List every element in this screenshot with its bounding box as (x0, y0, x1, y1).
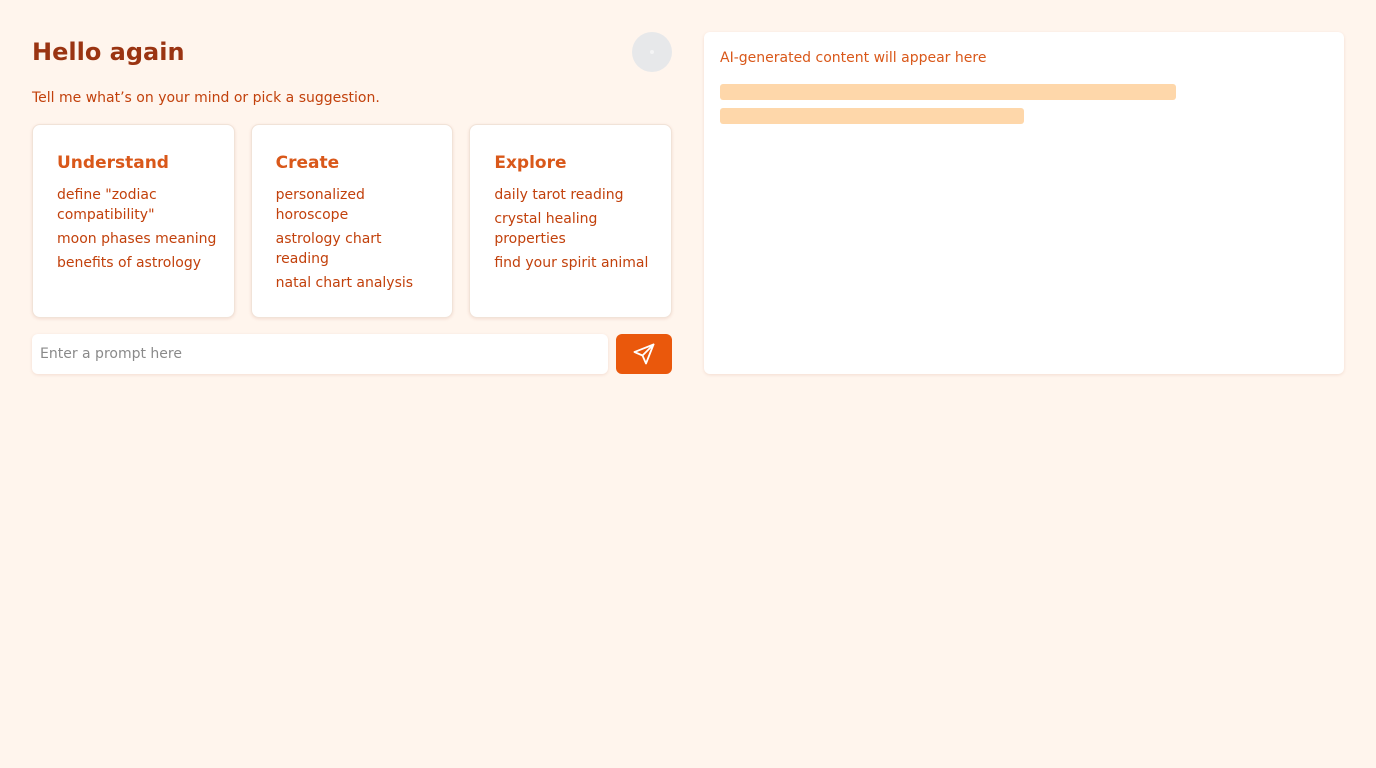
app-page: Hello again Tell me what’s on your mind … (0, 0, 1376, 768)
send-icon (633, 343, 655, 365)
suggestion-item[interactable]: define "zodiac compatibility" (57, 185, 218, 225)
card-title: Explore (494, 153, 567, 173)
avatar-dot (650, 50, 654, 54)
loading-skeleton-line (720, 108, 1024, 124)
loading-skeleton-line (720, 84, 1176, 100)
greeting-title: Hello again (32, 38, 185, 66)
send-button[interactable] (616, 334, 672, 374)
prompt-row (32, 334, 672, 374)
prompt-input[interactable] (32, 334, 608, 374)
suggestion-cards: Understand define "zodiac compatibility"… (32, 124, 673, 318)
output-placeholder: AI-generated content will appear here (720, 50, 987, 66)
suggestion-item[interactable]: crystal healing properties (494, 209, 655, 249)
suggestion-item[interactable]: moon phases meaning (57, 229, 218, 249)
suggestion-item[interactable]: find your spirit animal (494, 253, 655, 273)
suggestion-item[interactable]: natal chart analysis (276, 273, 437, 293)
suggestion-item[interactable]: daily tarot reading (494, 185, 655, 205)
greeting-subtitle: Tell me what’s on your mind or pick a su… (32, 90, 380, 106)
suggestion-item[interactable]: astrology chart reading (276, 229, 437, 269)
card-title: Understand (57, 153, 169, 173)
suggestion-item[interactable]: personalized horoscope (276, 185, 437, 225)
suggestion-card-understand: Understand define "zodiac compatibility"… (32, 124, 235, 318)
suggestion-item[interactable]: benefits of astrology (57, 253, 218, 273)
user-avatar[interactable] (632, 32, 672, 72)
suggestion-card-create: Create personalized horoscope astrology … (250, 124, 454, 318)
suggestion-card-explore: Explore daily tarot reading crystal heal… (469, 124, 673, 318)
card-title: Create (275, 153, 340, 173)
output-panel: AI-generated content will appear here (704, 32, 1344, 374)
